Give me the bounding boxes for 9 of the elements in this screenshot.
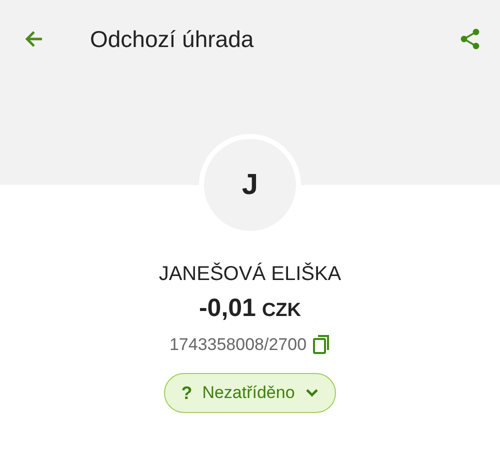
- account-number: 1743358008/2700: [169, 335, 307, 355]
- share-icon[interactable]: [458, 27, 482, 51]
- chevron-down-icon: [304, 388, 319, 398]
- copy-icon[interactable]: [312, 335, 331, 355]
- category-dropdown[interactable]: ? Nezatříděno: [164, 373, 336, 413]
- payee-name: JANEŠOVÁ ELIŠKA: [158, 263, 342, 286]
- currency-label: CZK: [262, 300, 302, 322]
- amount-value: -0,01: [198, 294, 256, 323]
- page-title: Odchozí úhrada: [90, 26, 255, 52]
